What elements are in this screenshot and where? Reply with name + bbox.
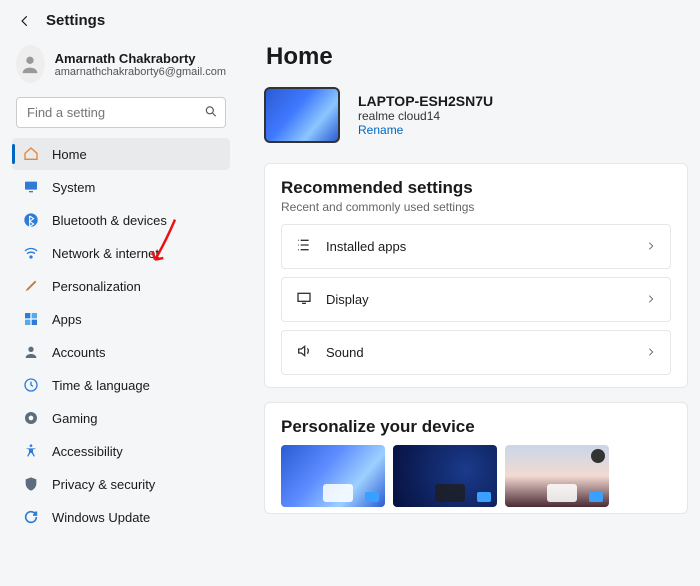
gaming-icon (22, 409, 40, 427)
nav-item-update[interactable]: Windows Update (12, 501, 230, 533)
theme-option-1[interactable] (281, 445, 385, 507)
row-label: Installed apps (326, 239, 632, 254)
main-content: Home LAPTOP-ESH2SN7U realme cloud14 Rena… (240, 33, 700, 543)
row-installed-apps[interactable]: Installed apps (281, 224, 671, 269)
shield-icon (22, 475, 40, 493)
nav-label: Personalization (52, 279, 141, 294)
accessibility-icon (22, 442, 40, 460)
nav-item-bluetooth[interactable]: Bluetooth & devices (12, 204, 230, 236)
search-box[interactable] (16, 97, 226, 128)
nav: Home System Bluetooth & devices Network … (12, 138, 230, 533)
chevron-right-icon (646, 345, 656, 360)
nav-item-apps[interactable]: Apps (12, 303, 230, 335)
nav-label: Bluetooth & devices (52, 213, 167, 228)
nav-label: Privacy & security (52, 477, 155, 492)
app-title: Settings (46, 12, 105, 29)
list-icon (296, 237, 312, 256)
nav-item-privacy[interactable]: Privacy & security (12, 468, 230, 500)
search-icon (204, 104, 218, 121)
nav-item-system[interactable]: System (12, 171, 230, 203)
personalize-card: Personalize your device (264, 402, 688, 514)
nav-item-home[interactable]: Home (12, 138, 230, 170)
home-icon (22, 145, 40, 163)
device-model: realme cloud14 (358, 109, 493, 123)
recommended-card: Recommended settings Recent and commonly… (264, 163, 688, 388)
nav-label: Home (52, 147, 87, 162)
recent-badge-icon (591, 449, 605, 463)
search-input[interactable] (16, 97, 226, 128)
nav-item-time[interactable]: Time & language (12, 369, 230, 401)
sidebar: Amarnath Chakraborty amarnathchakraborty… (0, 33, 240, 543)
nav-label: Windows Update (52, 510, 150, 525)
page-title: Home (266, 43, 694, 71)
nav-item-accounts[interactable]: Accounts (12, 336, 230, 368)
nav-label: Network & internet (52, 246, 159, 261)
device-card: LAPTOP-ESH2SN7U realme cloud14 Rename (264, 87, 694, 143)
recommended-title: Recommended settings (281, 178, 671, 198)
nav-item-network[interactable]: Network & internet (12, 237, 230, 269)
avatar (16, 45, 45, 83)
nav-label: Time & language (52, 378, 150, 393)
rename-link[interactable]: Rename (358, 123, 493, 137)
brush-icon (22, 277, 40, 295)
sound-icon (296, 343, 312, 362)
row-display[interactable]: Display (281, 277, 671, 322)
nav-item-gaming[interactable]: Gaming (12, 402, 230, 434)
nav-label: Gaming (52, 411, 98, 426)
back-button[interactable] (18, 14, 32, 28)
nav-label: System (52, 180, 95, 195)
wifi-icon (22, 244, 40, 262)
row-label: Sound (326, 345, 632, 360)
theme-option-3[interactable] (505, 445, 609, 507)
device-thumbnail (264, 87, 340, 143)
profile-email: amarnathchakraborty6@gmail.com (55, 66, 226, 78)
nav-item-accessibility[interactable]: Accessibility (12, 435, 230, 467)
nav-label: Accounts (52, 345, 105, 360)
system-icon (22, 178, 40, 196)
clock-icon (22, 376, 40, 394)
monitor-icon (296, 290, 312, 309)
recommended-subtitle: Recent and commonly used settings (281, 200, 671, 214)
bluetooth-icon (22, 211, 40, 229)
nav-label: Accessibility (52, 444, 123, 459)
theme-option-2[interactable] (393, 445, 497, 507)
apps-icon (22, 310, 40, 328)
personalize-title: Personalize your device (281, 417, 671, 437)
row-sound[interactable]: Sound (281, 330, 671, 375)
nav-item-personalization[interactable]: Personalization (12, 270, 230, 302)
chevron-right-icon (646, 292, 656, 307)
profile-name: Amarnath Chakraborty (55, 51, 226, 66)
accounts-icon (22, 343, 40, 361)
update-icon (22, 508, 40, 526)
profile[interactable]: Amarnath Chakraborty amarnathchakraborty… (12, 39, 230, 95)
device-name: LAPTOP-ESH2SN7U (358, 93, 493, 109)
row-label: Display (326, 292, 632, 307)
chevron-right-icon (646, 239, 656, 254)
nav-label: Apps (52, 312, 82, 327)
